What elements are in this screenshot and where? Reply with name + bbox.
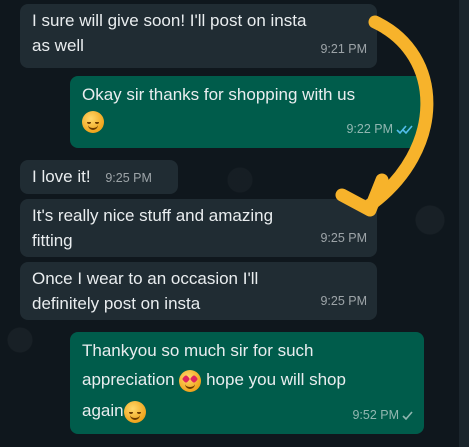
message-time: 9:25 PM [320, 231, 367, 245]
message-text: Once I wear to an occasion I'll [32, 269, 259, 288]
message-time: 9:25 PM [320, 294, 367, 308]
message-bubble-incoming[interactable]: It's really nice stuff and amazing fitti… [20, 199, 377, 257]
message-text: hope you will shop [206, 370, 346, 389]
message-meta: 9:21 PM [320, 37, 367, 62]
emoji-mouth [185, 383, 196, 389]
single-check-icon [402, 411, 413, 421]
message-line: appreciation hope you will shop [82, 367, 412, 392]
message-text: It's really nice stuff and amazing [32, 206, 274, 225]
message-time: 9:25 PM [105, 171, 152, 185]
message-meta: 9:22 PM [346, 117, 414, 142]
scrollbar-track[interactable] [459, 0, 469, 447]
message-bubble-outgoing[interactable]: Okay sir thanks for shopping with us 9:2… [70, 76, 424, 148]
message-bubble-incoming[interactable]: Once I wear to an occasion I'll definite… [20, 262, 377, 320]
message-meta: 9:25 PM [320, 226, 367, 251]
message-text: again [82, 401, 124, 420]
emoji-mouth [129, 414, 140, 420]
message-time: 9:21 PM [320, 42, 367, 56]
message-meta: 9:52 PM [352, 403, 414, 428]
message-bubble-incoming[interactable]: I love it! 9:25 PM [20, 160, 178, 194]
message-bubble-incoming[interactable]: I sure will give soon! I'll post on inst… [20, 4, 377, 68]
message-text: as well [32, 36, 84, 55]
smiling-face-emoji-icon [123, 400, 146, 423]
message-text: Okay sir thanks for shopping with us [82, 85, 356, 104]
message-text: appreciation [82, 370, 175, 389]
message-text: definitely post on insta [32, 294, 201, 313]
message-text: Thankyou so much sir for such [82, 341, 314, 360]
heart-eyes-emoji-icon [179, 369, 202, 392]
emoji-heart-eye [190, 374, 199, 383]
message-time: 9:52 PM [352, 408, 399, 422]
message-meta: 9:25 PM [320, 289, 367, 314]
message-time: 9:22 PM [346, 122, 393, 136]
smiling-face-emoji-icon [82, 111, 104, 134]
message-text: fitting [32, 231, 73, 250]
emoji-mouth [88, 124, 98, 131]
message-bubble-outgoing[interactable]: Thankyou so much sir for such appreciati… [70, 332, 424, 434]
double-check-icon [396, 125, 413, 135]
message-text: I sure will give soon! I'll post on inst… [32, 11, 307, 30]
message-text: I love it! [32, 167, 91, 186]
